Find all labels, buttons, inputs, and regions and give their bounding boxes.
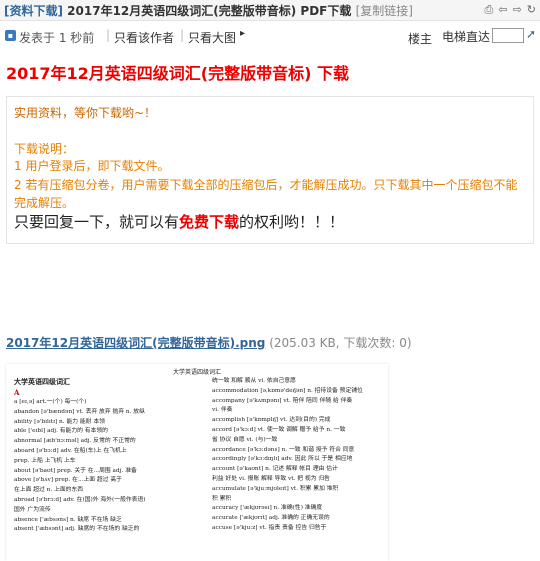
- preview-right-column: 统一致 和解 顺从 vi. 依自己意愿 accommodation [əˌkɒmə…: [212, 377, 382, 534]
- title-icons: ⎙ ⇦ ⇨ ↻: [485, 3, 536, 17]
- preview-vocab-line: absent ['æbsənt] adj. 缺席的 不在场的 缺乏的: [14, 526, 140, 533]
- attachment-meta: (205.03 KB, 下载次数: 0): [269, 336, 412, 350]
- preview-vocab-line: accuse [ə'kju:z] vt. 指责 责备 控告 归咎于: [212, 524, 327, 531]
- preview-vocab-line: accordingly [ə'kɔ:dɪŋlɪ] adv. 因此 所以 于是 相…: [212, 456, 353, 463]
- preview-vocab-line: 省 协议 自愿 vi. (与)一致: [212, 436, 278, 443]
- preview-vocab-line: 在上面 超过 n. 上面的东西: [14, 487, 84, 494]
- preview-vocab-line: above [ə'bʌv] prep. 在...上面 超过 高于: [14, 477, 122, 484]
- notice-item-2: 2 若有压缩包分卷，用户需要下载全部的压缩包后，才能解压成功。只下载其中一个压缩…: [14, 178, 518, 210]
- preview-vocab-line: a [eɪ,ə] art.一(个) 每一(个): [14, 399, 87, 405]
- copy-link-button[interactable]: [复制链接]: [356, 4, 413, 18]
- forward-icon[interactable]: ⇨: [513, 3, 522, 17]
- preview-vocab-line: 利益 好处 vi. 报账 解释 导致 vt. 把 视为 归咎: [212, 475, 330, 482]
- author-only-link[interactable]: 只看该作者: [114, 29, 174, 46]
- toolbar-divider: |: [106, 28, 111, 42]
- thread-title: [资料下载] 2017年12月英语四级词汇(完整版带音标) PDF下载 [复制链…: [4, 2, 413, 19]
- toolbar-divider: |: [180, 28, 185, 42]
- preview-vocab-line: accurate ['ækjʊrɪt] adj. 准确的 正确无误的: [212, 515, 330, 522]
- posted-time: 发表于 1 秒前: [19, 31, 95, 45]
- preview-vocab-line: 国外 广为流传: [14, 506, 51, 513]
- preview-header: 大学英语四级词汇: [172, 369, 221, 376]
- attachment-filename-link[interactable]: 2017年12月英语四级词汇(完整版带音标).png: [6, 336, 265, 350]
- preview-vocab-line: accomplish [ə'kɒmplɪʃ] vt. 达到(目的) 完成: [212, 417, 331, 424]
- preview-vocab-line: about [ə'baʊt] prep. 关于 在...周围 adj. 准备: [14, 467, 137, 474]
- print-icon[interactable]: ⎙: [485, 3, 494, 17]
- thread-title-text: 2017年12月英语四级词汇(完整版带音标) PDF下载: [67, 4, 352, 18]
- notice-intro: 实用资料，等你下载哟~！: [14, 106, 157, 120]
- preview-vocab-line: aboard [ə'bɔ:d] adv. 在船(车)上 在飞机上: [14, 447, 127, 454]
- refresh-icon[interactable]: ↻: [527, 3, 536, 17]
- post-title: 2017年12月英语四级词汇(完整版带音标) 下载: [6, 64, 349, 83]
- preview-vocab-line: absence ['æbsəns] n. 缺席 不在场 缺乏: [14, 516, 122, 523]
- reply-hint-suffix: 的权利哟！！！: [239, 213, 345, 231]
- preview-left-column: a [eɪ,ə] art.一(个) 每一(个) abandon [ə'bændən…: [14, 398, 206, 535]
- notice-item-1: 1 用户登录后，即下载文件。: [14, 159, 170, 173]
- thread-title-bar: [资料下载] 2017年12月英语四级词汇(完整版带音标) PDF下载 [复制链…: [0, 0, 540, 21]
- preview-vocab-line: abnormal [æb'nɔ:məl] adj. 反常的 不正常的: [14, 438, 136, 445]
- preview-vocab-line: able ['eɪbl] adj. 有能力的 有本领的: [14, 428, 108, 435]
- floor-label: 楼主: [408, 32, 433, 46]
- preview-vocab-line: abroad [ə'brɔ:d] adv. 在(国)外 海外(一般作表语): [14, 496, 146, 503]
- reply-hint-prefix: 只要回复一下，就可以有: [14, 213, 180, 231]
- preview-vocab-line: 统一致 和解 顺从 vi. 依自己意愿: [212, 378, 296, 384]
- preview-letter: A: [14, 388, 20, 397]
- download-notice-box: 实用资料，等你下载哟~！ 下载说明： 1 用户登录后，即下载文件。 2 若有压缩…: [6, 96, 534, 244]
- back-icon[interactable]: ⇦: [498, 3, 507, 17]
- preview-vocab-line: accompany [ə'kʌmpənɪ] vt. 陪伴 陪同 伴随 给 伴奏: [212, 397, 353, 404]
- preview-vocab-line: accord [ə'kɔ:d] vt. 使一致 调解 赠予 给予 n. 一致: [212, 426, 346, 433]
- preview-vocab-line: vi. 伴奏: [212, 407, 233, 414]
- preview-vocab-line: accordance [ə'kɔ:dəns] n. 一致 和谐 授予 符合 同意: [212, 446, 355, 453]
- preview-vocab-line: accuracy ['ækjʊrəsɪ] n. 准确(性) 准确度: [212, 505, 323, 512]
- preview-vocab-line: accommodation [əˌkɒmə'deɪʃən] n. 招待设备 预定…: [212, 387, 363, 394]
- notice-heading: 下载说明：: [14, 142, 75, 156]
- floor-input[interactable]: [492, 28, 524, 43]
- preview-vocab-line: abandon [ə'bændən] vt. 丢弃 放弃 抛弃 n. 放纵: [14, 408, 145, 415]
- elevator-label: 电梯直达: [442, 30, 491, 44]
- reply-hint: 只要回复一下，就可以有免费下载的权利哟！！！: [14, 211, 344, 232]
- user-card-icon: ▪: [5, 30, 16, 41]
- preview-vocab-line: 积 累积: [212, 495, 232, 502]
- preview-vocab-line: accumulate [ə'kju:mjʊleɪt] vt. 积累 累加 堆积: [212, 485, 339, 492]
- go-arrow-icon[interactable]: ➚: [526, 27, 536, 41]
- preview-vocab-line: ability [ə'bɪlɪtɪ] n. 能力 能耐 本领: [14, 418, 105, 425]
- preview-subtitle: 大学英语四级词汇: [14, 377, 70, 386]
- big-image-link[interactable]: 只看大图: [188, 29, 236, 46]
- chevron-right-icon: ▸: [240, 28, 246, 39]
- attachment: 2017年12月英语四级词汇(完整版带音标).png (205.03 KB, 下…: [6, 334, 412, 351]
- preview-vocab-line: account [ə'kaʊnt] n. 记述 解释 帐目 理由 估计: [212, 466, 338, 473]
- attachment-image-preview[interactable]: 大学英语四级词汇 大学英语四级词汇 A a [eɪ,ə] art.一(个) 每一…: [6, 364, 388, 561]
- free-download-text: 免费下载: [179, 213, 240, 231]
- post-toolbar: ▪ 发表于 1 秒前 | 只看该作者 | 只看大图 ▸ 楼主 电梯直达 ➚: [0, 26, 540, 46]
- category-link[interactable]: [资料下载]: [4, 4, 63, 18]
- preview-vocab-line: prep. 上船 上飞机 上车: [14, 457, 76, 464]
